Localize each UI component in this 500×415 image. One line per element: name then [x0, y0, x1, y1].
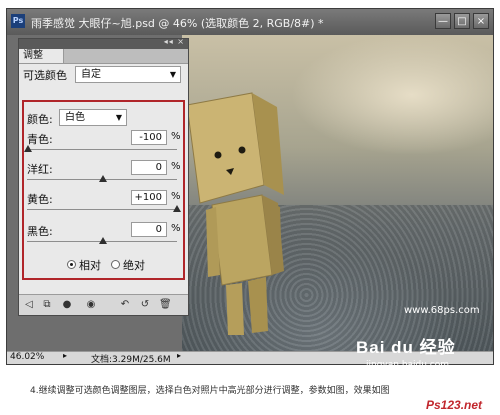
panel-header[interactable]: ◂◂ ×: [19, 37, 188, 49]
minimize-button[interactable]: —: [435, 13, 451, 29]
black-unit: %: [171, 223, 181, 234]
trash-icon[interactable]: 🗑: [159, 299, 172, 311]
back-arrow-icon[interactable]: ◁: [23, 299, 35, 311]
relative-label[interactable]: 相对: [79, 257, 101, 273]
title-bar[interactable]: Ps 雨季感觉 大眼仔~旭.psd @ 46% (选取颜色 2, RGB/8#)…: [7, 9, 493, 35]
zoom-level[interactable]: 46.02%: [10, 352, 44, 362]
colors-select[interactable]: 白色 ▼: [59, 109, 127, 126]
chevron-down-icon: ▼: [169, 70, 176, 79]
relative-radio[interactable]: [67, 260, 76, 269]
cyan-unit: %: [171, 131, 181, 142]
close-button[interactable]: ×: [473, 13, 489, 29]
document-size: 文档:3.29M/25.6M: [91, 355, 171, 365]
photo-watermark: www.68ps.com: [404, 305, 480, 316]
adjustment-name: 可选颜色: [23, 69, 67, 82]
panel-toolbar: ◁ ⧉ ● ◉ ↶ ↺ 🗑: [19, 294, 188, 315]
ps123-watermark: Ps123.net: [426, 398, 483, 412]
visibility-icon[interactable]: ●: [61, 299, 73, 311]
yellow-label: 黄色:: [27, 193, 53, 206]
document-canvas-photo[interactable]: www.68ps.com: [182, 35, 493, 355]
preset-select[interactable]: 自定 ▼: [75, 66, 181, 83]
preset-value: 自定: [81, 69, 101, 80]
black-label: 黑色:: [27, 225, 53, 238]
absolute-label[interactable]: 绝对: [123, 257, 145, 273]
cyan-value-field[interactable]: -100: [131, 130, 167, 145]
clip-to-layer-icon[interactable]: ⧉: [41, 299, 53, 311]
colors-label: 颜色:: [27, 113, 53, 126]
magenta-unit: %: [171, 161, 181, 172]
cyan-slider-track[interactable]: [27, 149, 177, 150]
baidu-url: jingyan.baidu.com: [366, 360, 450, 370]
window-title: 雨季感觉 大眼仔~旭.psd @ 46% (选取颜色 2, RGB/8#) *: [31, 17, 324, 30]
black-value-field[interactable]: 0: [131, 222, 167, 237]
magenta-label: 洋红:: [27, 163, 53, 176]
tab-adjustments[interactable]: 调整: [19, 49, 64, 63]
status-nav-icon[interactable]: ▸: [63, 351, 67, 360]
adjustments-panel: ◂◂ × 调整 可选颜色 自定 ▼ 颜色: 白色 ▼ 青色: -100 % 洋红…: [18, 37, 189, 316]
magenta-slider-thumb[interactable]: [99, 175, 107, 182]
reset-icon[interactable]: ↺: [139, 299, 151, 311]
status-arrow-icon[interactable]: ▸: [177, 351, 181, 360]
yellow-slider-track[interactable]: [27, 209, 177, 210]
colors-value: 白色: [65, 112, 85, 123]
eye-icon[interactable]: ◉: [85, 299, 97, 311]
previous-state-icon[interactable]: ↶: [119, 299, 131, 311]
black-slider-thumb[interactable]: [99, 237, 107, 244]
yellow-unit: %: [171, 191, 181, 202]
step-caption: 4.继续调整可选颜色调整图层，选择白色对照片中高光部分进行调整，参数如图，效果如…: [30, 386, 390, 396]
cyan-slider-thumb[interactable]: [24, 145, 32, 152]
panel-collapse-icon[interactable]: ◂◂ ×: [164, 37, 185, 46]
chevron-down-icon: ▼: [115, 113, 122, 122]
magenta-value-field[interactable]: 0: [131, 160, 167, 175]
yellow-slider-thumb[interactable]: [173, 205, 181, 212]
baidu-logo: Bai du 经验: [356, 338, 456, 357]
maximize-button[interactable]: □: [454, 13, 470, 29]
yellow-value-field[interactable]: +100: [131, 190, 167, 205]
absolute-radio[interactable]: [111, 260, 120, 269]
photoshop-logo-icon: Ps: [11, 14, 25, 28]
